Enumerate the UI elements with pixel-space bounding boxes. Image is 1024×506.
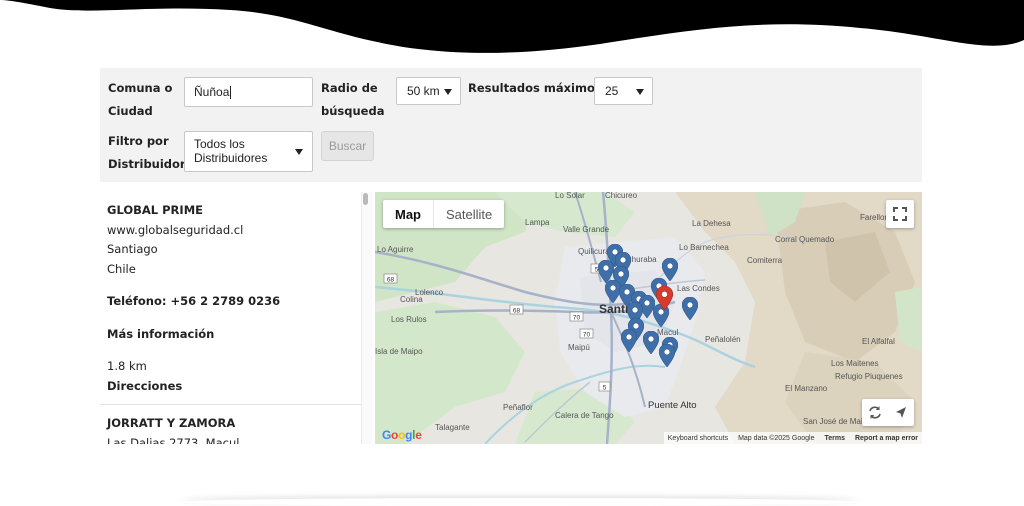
road-shield: 5 bbox=[598, 381, 611, 392]
result-website-link[interactable]: www.globalseguridad.cl bbox=[107, 221, 365, 241]
place-label: Maipú bbox=[568, 343, 590, 352]
map-attribution: Keyboard shortcuts Map data ©2025 Google… bbox=[663, 432, 922, 444]
map-type-map-button[interactable]: Map bbox=[383, 200, 433, 228]
result-phone[interactable]: Teléfono: +56 2 2789 0236 bbox=[107, 292, 365, 312]
result-item[interactable]: JORRATT Y ZAMORA Las Dalias 2773, Macul bbox=[100, 405, 372, 444]
commune-label: Comuna o Ciudad bbox=[108, 81, 173, 118]
results-list: GLOBAL PRIME www.globalseguridad.cl Sant… bbox=[100, 192, 372, 444]
map-type-control: Map Satellite bbox=[383, 200, 505, 228]
scrollbar-thumb[interactable] bbox=[363, 193, 368, 205]
place-label: Talagante bbox=[435, 423, 470, 432]
result-city: Santiago bbox=[107, 242, 158, 256]
result-item[interactable]: GLOBAL PRIME www.globalseguridad.cl Sant… bbox=[100, 192, 372, 405]
map-type-satellite-button[interactable]: Satellite bbox=[433, 200, 504, 228]
place-label: El Manzano bbox=[785, 384, 828, 393]
place-label: El Alfalfal bbox=[862, 337, 895, 346]
header-wave bbox=[0, 0, 1024, 53]
place-label: Macul bbox=[657, 328, 679, 337]
place-label: Quilicura bbox=[578, 247, 610, 256]
place-label: Peñalolén bbox=[705, 335, 741, 344]
distributor-label: Filtro por Distribuidor bbox=[108, 134, 186, 171]
google-logo: Google bbox=[382, 428, 422, 442]
result-distance: 1.8 km bbox=[107, 359, 147, 373]
place-label: Corral Quemado bbox=[775, 235, 835, 244]
place-label: Puente Alto bbox=[648, 400, 697, 411]
keyboard-shortcuts-link[interactable]: Keyboard shortcuts bbox=[668, 435, 728, 442]
road-shield: 68 bbox=[509, 304, 524, 315]
place-label: Lampa bbox=[525, 218, 550, 227]
svg-text:70: 70 bbox=[583, 332, 591, 339]
place-label: Lo Aguirre bbox=[377, 245, 414, 254]
max-results-select[interactable]: 25 bbox=[594, 77, 653, 105]
text-cursor bbox=[230, 85, 232, 99]
chevron-down-icon bbox=[295, 149, 303, 155]
terms-link[interactable]: Terms bbox=[824, 435, 845, 442]
place-label: Comiterra bbox=[747, 256, 783, 265]
place-label: Los Rulos bbox=[391, 315, 427, 324]
road-shield: 68 bbox=[383, 273, 398, 284]
place-label: La Dehesa bbox=[692, 219, 731, 228]
map-canvas[interactable]: 68 68 70 70 5 5 Lampa Colina Chicureo Lo… bbox=[375, 192, 922, 444]
svg-text:70: 70 bbox=[573, 315, 581, 322]
max-results-label: Resultados máximos bbox=[468, 81, 602, 95]
road-shield: 70 bbox=[569, 311, 584, 322]
place-label: Lo Barnechea bbox=[679, 243, 729, 252]
place-label: Calera de Tango bbox=[555, 411, 614, 420]
svg-text:68: 68 bbox=[513, 308, 521, 315]
results-scrollbar[interactable] bbox=[361, 192, 372, 444]
bottom-section-shadow bbox=[180, 498, 860, 506]
map-tools-group bbox=[862, 399, 914, 426]
place-label: Las Condes bbox=[677, 284, 720, 293]
more-info-link[interactable]: Más información bbox=[107, 325, 365, 345]
fullscreen-icon bbox=[893, 207, 907, 221]
search-button[interactable]: Buscar bbox=[321, 131, 374, 161]
place-label: Chicureo bbox=[605, 192, 638, 200]
svg-text:68: 68 bbox=[387, 277, 395, 284]
result-country: Chile bbox=[107, 261, 136, 276]
refresh-icon[interactable] bbox=[862, 399, 888, 426]
svg-text:5: 5 bbox=[603, 385, 607, 392]
commune-input[interactable]: Ñuñoa bbox=[184, 77, 313, 107]
place-label: Lolenco bbox=[415, 288, 444, 297]
map-data-text: Map data ©2025 Google bbox=[738, 434, 815, 442]
place-label: Lo Solar bbox=[555, 192, 585, 200]
place-label: Refugio Piuquenes bbox=[835, 372, 903, 381]
chevron-down-icon bbox=[444, 89, 452, 95]
place-label: Los Maitenes bbox=[831, 359, 879, 368]
radius-select[interactable]: 50 km bbox=[396, 77, 461, 105]
result-name: JORRATT Y ZAMORA bbox=[107, 416, 236, 430]
place-label: Valle Grande bbox=[563, 225, 610, 234]
result-address: Las Dalias 2773, Macul bbox=[107, 435, 240, 445]
place-label: Isla de Maipo bbox=[375, 347, 423, 356]
directions-link[interactable]: Direcciones bbox=[107, 377, 365, 397]
chevron-down-icon bbox=[636, 89, 644, 95]
report-error-link[interactable]: Report a map error bbox=[855, 435, 918, 442]
road-shield: 70 bbox=[579, 328, 594, 339]
map-view[interactable]: 68 68 70 70 5 5 Lampa Colina Chicureo Lo… bbox=[375, 192, 922, 444]
place-label: Peñaflor bbox=[503, 403, 533, 412]
search-form: Comuna o Ciudad Ñuñoa Radio de búsqueda … bbox=[100, 68, 922, 182]
locate-me-icon[interactable] bbox=[888, 399, 914, 426]
radius-label: Radio de búsqueda bbox=[321, 81, 385, 118]
distributor-select[interactable]: Todos los Distribuidores bbox=[184, 131, 313, 172]
fullscreen-button[interactable] bbox=[886, 200, 914, 228]
result-name: GLOBAL PRIME bbox=[107, 203, 203, 217]
